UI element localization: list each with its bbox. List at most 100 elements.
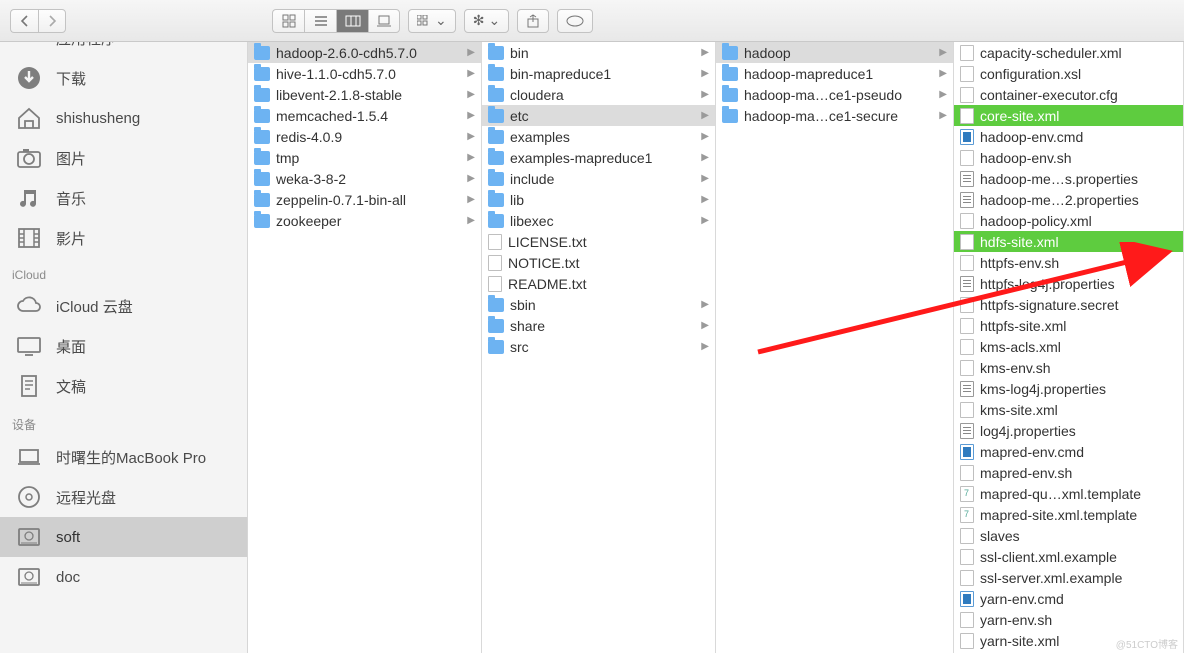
list-item[interactable]: kms-log4j.properties bbox=[954, 378, 1183, 399]
list-item[interactable]: hadoop-me…2.properties bbox=[954, 189, 1183, 210]
sidebar-item[interactable]: iCloud 云盘 bbox=[0, 286, 247, 326]
view-gallery-button[interactable] bbox=[368, 9, 400, 33]
list-item[interactable]: weka-3-8-2▶ bbox=[248, 168, 481, 189]
list-item[interactable]: hadoop-me…s.properties bbox=[954, 168, 1183, 189]
list-item[interactable]: log4j.properties bbox=[954, 420, 1183, 441]
list-item[interactable]: mapred-env.cmd bbox=[954, 441, 1183, 462]
list-item[interactable]: kms-site.xml bbox=[954, 399, 1183, 420]
view-list-button[interactable] bbox=[304, 9, 336, 33]
list-item[interactable]: kms-env.sh bbox=[954, 357, 1183, 378]
list-item[interactable]: memcached-1.5.4▶ bbox=[248, 105, 481, 126]
list-item[interactable]: kms-acls.xml bbox=[954, 336, 1183, 357]
forward-button[interactable] bbox=[38, 9, 66, 33]
item-label: hadoop-env.sh bbox=[980, 150, 1177, 166]
list-item[interactable]: ssl-client.xml.example bbox=[954, 546, 1183, 567]
view-columns-button[interactable] bbox=[336, 9, 368, 33]
list-item[interactable]: etc▶ bbox=[482, 105, 715, 126]
tags-button[interactable] bbox=[557, 9, 593, 33]
list-item[interactable]: examples-mapreduce1▶ bbox=[482, 147, 715, 168]
sidebar-item[interactable]: 桌面 bbox=[0, 326, 247, 366]
list-item[interactable]: hadoop▶ bbox=[716, 42, 953, 63]
sidebar-item[interactable]: doc bbox=[0, 557, 247, 597]
item-label: httpfs-env.sh bbox=[980, 255, 1177, 271]
list-item[interactable]: core-site.xml bbox=[954, 105, 1183, 126]
list-item[interactable]: hadoop-mapreduce1▶ bbox=[716, 63, 953, 84]
chevron-right-icon: ▶ bbox=[939, 89, 947, 100]
sidebar-item[interactable]: 图片 bbox=[0, 138, 247, 178]
list-item[interactable]: hive-1.1.0-cdh5.7.0▶ bbox=[248, 63, 481, 84]
list-item[interactable]: README.txt bbox=[482, 273, 715, 294]
list-item[interactable]: mapred-qu…xml.template bbox=[954, 483, 1183, 504]
file-icon bbox=[960, 45, 974, 61]
list-item[interactable]: mapred-site.xml.template bbox=[954, 504, 1183, 525]
list-item[interactable]: include▶ bbox=[482, 168, 715, 189]
list-item[interactable]: configuration.xsl bbox=[954, 63, 1183, 84]
list-item[interactable]: tmp▶ bbox=[248, 147, 481, 168]
action-menu[interactable]: ✻⌄ bbox=[464, 9, 509, 33]
list-item[interactable]: hdfs-site.xml bbox=[954, 231, 1183, 252]
column-4[interactable]: capacity-scheduler.xmlconfiguration.xslc… bbox=[954, 42, 1184, 653]
list-item[interactable]: httpfs-env.sh bbox=[954, 252, 1183, 273]
list-item[interactable]: hadoop-env.cmd bbox=[954, 126, 1183, 147]
list-item[interactable]: yarn-env.sh bbox=[954, 609, 1183, 630]
list-item[interactable]: bin-mapreduce1▶ bbox=[482, 63, 715, 84]
list-item[interactable]: libexec▶ bbox=[482, 210, 715, 231]
list-item[interactable]: src▶ bbox=[482, 336, 715, 357]
list-item[interactable]: capacity-scheduler.xml bbox=[954, 42, 1183, 63]
sidebar-item[interactable]: 应用程序 bbox=[0, 42, 247, 58]
column-2[interactable]: bin▶bin-mapreduce1▶cloudera▶etc▶examples… bbox=[482, 42, 716, 653]
list-item[interactable]: hadoop-ma…ce1-secure▶ bbox=[716, 105, 953, 126]
list-item[interactable]: hadoop-env.sh bbox=[954, 147, 1183, 168]
list-item[interactable]: ssl-server.xml.example bbox=[954, 567, 1183, 588]
list-item[interactable]: share▶ bbox=[482, 315, 715, 336]
sidebar-item[interactable]: 文稿 bbox=[0, 366, 247, 406]
column-3[interactable]: hadoop▶hadoop-mapreduce1▶hadoop-ma…ce1-p… bbox=[716, 42, 954, 653]
folder-icon bbox=[254, 46, 270, 60]
share-button[interactable] bbox=[517, 9, 549, 33]
list-item[interactable]: slaves bbox=[954, 525, 1183, 546]
column-1[interactable]: hadoop-2.6.0-cdh5.7.0▶hive-1.1.0-cdh5.7.… bbox=[248, 42, 482, 653]
list-item[interactable]: hadoop-policy.xml bbox=[954, 210, 1183, 231]
arrange-menu[interactable]: ⌄ bbox=[408, 9, 456, 33]
list-item[interactable]: yarn-env.cmd bbox=[954, 588, 1183, 609]
item-label: LICENSE.txt bbox=[508, 234, 709, 250]
sidebar-item[interactable]: 音乐 bbox=[0, 178, 247, 218]
home-icon bbox=[14, 103, 44, 133]
sidebar-item[interactable]: shishusheng bbox=[0, 98, 247, 138]
back-button[interactable] bbox=[10, 9, 38, 33]
item-label: bin-mapreduce1 bbox=[510, 66, 695, 82]
list-item[interactable]: sbin▶ bbox=[482, 294, 715, 315]
list-item[interactable]: httpfs-signature.secret bbox=[954, 294, 1183, 315]
list-item[interactable]: cloudera▶ bbox=[482, 84, 715, 105]
list-item[interactable]: hadoop-ma…ce1-pseudo▶ bbox=[716, 84, 953, 105]
view-icons-button[interactable] bbox=[272, 9, 304, 33]
item-label: sbin bbox=[510, 297, 695, 313]
chevron-right-icon: ▶ bbox=[467, 47, 475, 58]
list-item[interactable]: httpfs-log4j.properties bbox=[954, 273, 1183, 294]
file-icon bbox=[960, 129, 974, 145]
item-label: slaves bbox=[980, 528, 1177, 544]
sidebar-item[interactable]: 影片 bbox=[0, 218, 247, 258]
list-item[interactable]: httpfs-site.xml bbox=[954, 315, 1183, 336]
list-item[interactable]: bin▶ bbox=[482, 42, 715, 63]
list-item[interactable]: libevent-2.1.8-stable▶ bbox=[248, 84, 481, 105]
sidebar-item[interactable]: 下载 bbox=[0, 58, 247, 98]
list-item[interactable]: redis-4.0.9▶ bbox=[248, 126, 481, 147]
list-item[interactable]: LICENSE.txt bbox=[482, 231, 715, 252]
cloud-icon bbox=[14, 291, 44, 321]
list-item[interactable]: mapred-env.sh bbox=[954, 462, 1183, 483]
list-item[interactable]: container-executor.cfg bbox=[954, 84, 1183, 105]
list-item[interactable]: lib▶ bbox=[482, 189, 715, 210]
list-item[interactable]: NOTICE.txt bbox=[482, 252, 715, 273]
sidebar-item[interactable]: 远程光盘 bbox=[0, 477, 247, 517]
list-item[interactable]: examples▶ bbox=[482, 126, 715, 147]
sidebar-item-label: 远程光盘 bbox=[56, 487, 116, 508]
list-item[interactable]: zookeeper▶ bbox=[248, 210, 481, 231]
sidebar-item[interactable]: soft bbox=[0, 517, 247, 557]
list-item[interactable]: zeppelin-0.7.1-bin-all▶ bbox=[248, 189, 481, 210]
file-icon bbox=[960, 255, 974, 271]
list-item[interactable]: hadoop-2.6.0-cdh5.7.0▶ bbox=[248, 42, 481, 63]
item-label: README.txt bbox=[508, 276, 709, 292]
sidebar-item[interactable]: 时曙生的MacBook Pro bbox=[0, 437, 247, 477]
chevron-right-icon: ▶ bbox=[701, 341, 709, 352]
